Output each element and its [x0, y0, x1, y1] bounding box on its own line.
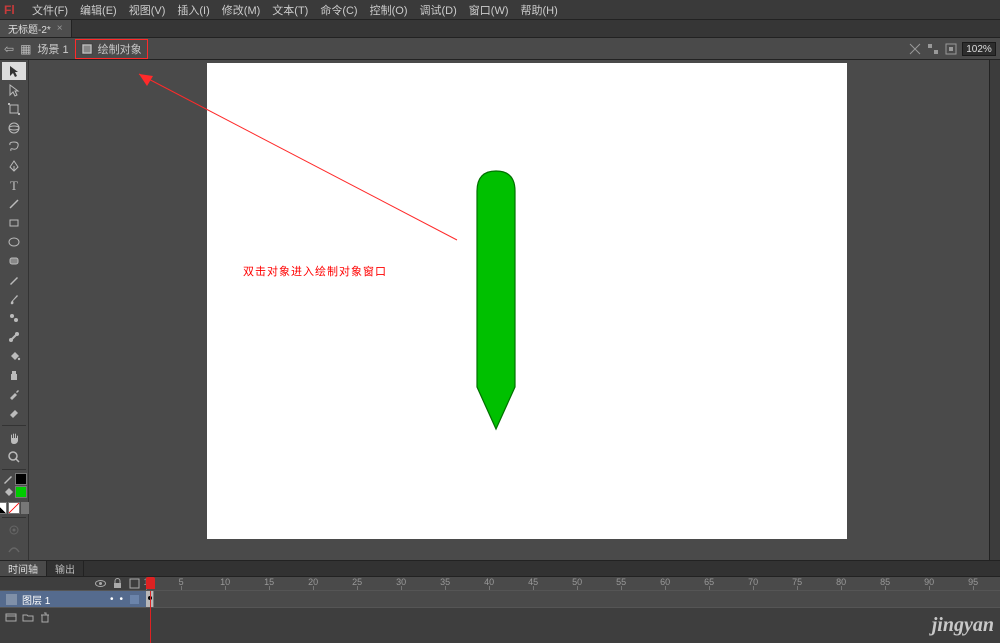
menu-bar: Fl 文件(F) 编辑(E) 视图(V) 插入(I) 修改(M) 文本(T) 命…	[0, 0, 1000, 20]
tool-divider	[2, 425, 26, 426]
eye-column-icon[interactable]	[95, 578, 106, 589]
menu-edit[interactable]: 编辑(E)	[74, 0, 123, 20]
tools-panel: T	[0, 60, 29, 560]
lasso-tool[interactable]	[2, 138, 26, 156]
no-color-icon[interactable]	[8, 502, 20, 514]
timeline-panel: 时间轴 输出 151015202530354045505560657075808…	[0, 560, 1000, 643]
drawing-object-icon	[81, 43, 93, 55]
lock-column-icon[interactable]	[112, 578, 123, 589]
back-icon[interactable]: ⇦	[4, 42, 14, 56]
frame-ruler[interactable]: 15101520253035404550556065707580859095	[146, 577, 1000, 590]
eyedropper-tool[interactable]	[2, 385, 26, 403]
menu-control[interactable]: 控制(O)	[364, 0, 414, 20]
default-colors-icon[interactable]	[0, 502, 7, 514]
layer-name: 图层 1	[22, 592, 50, 607]
menu-debug[interactable]: 调试(D)	[414, 0, 463, 20]
stage-area[interactable]: 双击对象进入绘制对象窗口	[29, 60, 989, 560]
layer-icon	[6, 594, 17, 605]
menu-window[interactable]: 窗口(W)	[463, 0, 515, 20]
rect-primitive-tool[interactable]	[2, 252, 26, 270]
3d-rotation-tool[interactable]	[2, 119, 26, 137]
option-snap-icon[interactable]	[2, 521, 26, 539]
drawing-object-breadcrumb[interactable]: 绘制对象	[75, 39, 148, 59]
close-tab-icon[interactable]: ×	[57, 23, 63, 34]
brush-tool[interactable]	[2, 290, 26, 308]
menu-command[interactable]: 命令(C)	[314, 0, 363, 20]
oval-tool[interactable]	[2, 233, 26, 251]
subselection-tool[interactable]	[2, 81, 26, 99]
green-shape[interactable]	[473, 169, 519, 431]
delete-layer-icon[interactable]	[38, 610, 52, 624]
scene-breadcrumb[interactable]: 场景 1	[37, 41, 68, 57]
deco-tool[interactable]	[2, 309, 26, 327]
stroke-color-swatch[interactable]	[15, 473, 27, 485]
outline-column-icon[interactable]	[129, 578, 140, 589]
document-tab-title: 无标题-2*	[8, 21, 51, 36]
line-tool[interactable]	[2, 195, 26, 213]
tab-output[interactable]: 输出	[47, 561, 84, 576]
stage-canvas[interactable]: 双击对象进入绘制对象窗口	[207, 63, 847, 539]
fill-color-swatch[interactable]	[15, 486, 27, 498]
zoom-field[interactable]: 102%	[962, 42, 996, 56]
tab-timeline[interactable]: 时间轴	[0, 561, 47, 576]
menu-file[interactable]: 文件(F)	[26, 0, 74, 20]
stroke-color-icon	[2, 473, 14, 485]
ink-bottle-tool[interactable]	[2, 366, 26, 384]
option-smooth-icon[interactable]	[2, 540, 26, 558]
pen-tool[interactable]	[2, 157, 26, 175]
document-tab[interactable]: 无标题-2* ×	[0, 20, 72, 37]
watermark: jingyan	[932, 614, 994, 637]
document-tab-strip: 无标题-2* ×	[0, 20, 1000, 38]
hand-tool[interactable]	[2, 429, 26, 447]
selection-tool[interactable]	[2, 62, 26, 80]
annotation-text: 双击对象进入绘制对象窗口	[243, 263, 387, 279]
layer-visible-dot[interactable]: •	[110, 594, 114, 605]
rectangle-tool[interactable]	[2, 214, 26, 232]
playhead[interactable]	[150, 591, 151, 643]
free-transform-tool[interactable]	[2, 100, 26, 118]
bone-tool[interactable]	[2, 328, 26, 346]
layer-lock-dot[interactable]: •	[119, 594, 123, 605]
zoom-tool[interactable]	[2, 448, 26, 466]
new-folder-icon[interactable]	[21, 610, 35, 624]
edit-bar: ⇦ ▦ 场景 1 绘制对象 102%	[0, 38, 1000, 60]
eraser-tool[interactable]	[2, 404, 26, 422]
text-tool[interactable]: T	[2, 176, 26, 194]
edit-scene-icon[interactable]	[908, 42, 922, 56]
menu-modify[interactable]: 修改(M)	[216, 0, 267, 20]
frames-area[interactable]	[146, 591, 1000, 607]
menu-insert[interactable]: 插入(I)	[171, 0, 215, 20]
menu-view[interactable]: 视图(V)	[123, 0, 172, 20]
tool-divider	[2, 469, 26, 470]
paint-bucket-tool[interactable]	[2, 347, 26, 365]
shape-path	[477, 171, 515, 429]
scene-list-icon[interactable]: ▦	[20, 42, 31, 56]
fill-color-icon	[2, 486, 14, 498]
stroke-swatch-row	[2, 473, 27, 485]
drawing-object-label: 绘制对象	[98, 41, 142, 57]
layer-outline-box[interactable]	[129, 594, 140, 605]
fill-swatch-row	[2, 486, 27, 498]
svg-text:T: T	[10, 178, 18, 192]
collapsed-panel-dock[interactable]	[989, 60, 1000, 560]
fit-in-window-icon[interactable]	[944, 42, 958, 56]
new-layer-icon[interactable]	[4, 610, 18, 624]
pencil-tool[interactable]	[2, 271, 26, 289]
tool-divider	[2, 517, 26, 518]
app-logo: Fl	[4, 3, 20, 17]
edit-symbols-icon[interactable]	[926, 42, 940, 56]
menu-text[interactable]: 文本(T)	[266, 0, 314, 20]
menu-help[interactable]: 帮助(H)	[515, 0, 564, 20]
layer-row[interactable]: 图层 1 • •	[0, 591, 146, 607]
